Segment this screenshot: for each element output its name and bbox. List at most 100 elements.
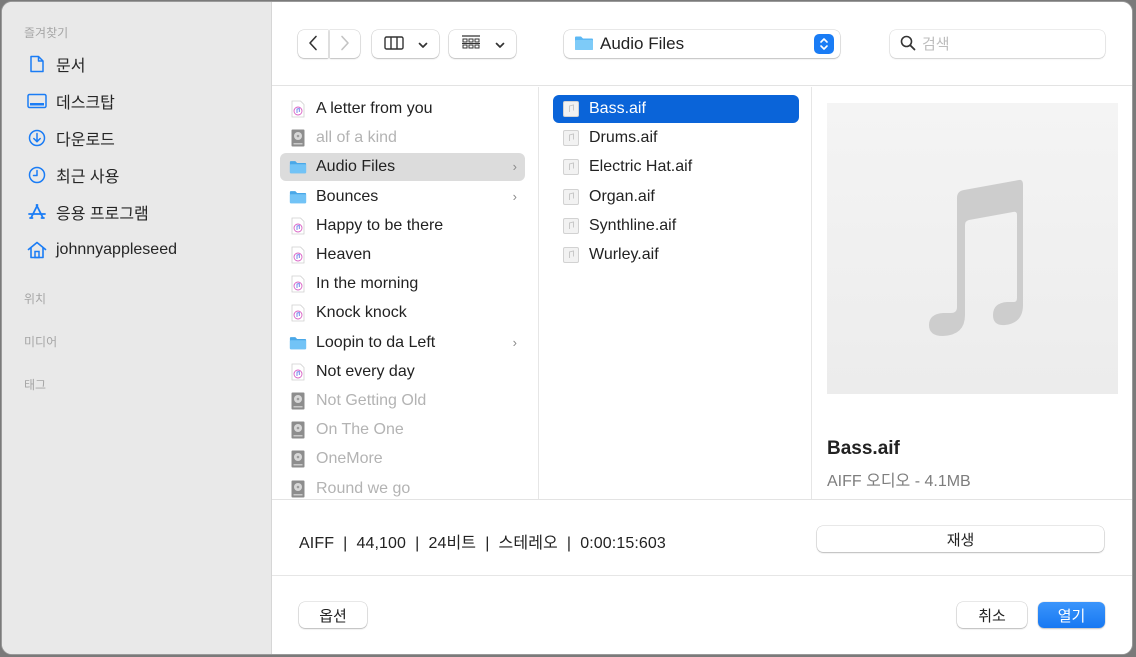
aiff-file-icon <box>562 128 580 148</box>
audio-file-icon <box>289 245 307 265</box>
toolbar: Audio Files <box>272 2 1132 86</box>
view-mode-button[interactable] <box>372 30 439 58</box>
document-icon <box>26 53 48 75</box>
file-list-item[interactable]: Organ.aif <box>553 183 799 211</box>
file-list-item[interactable]: Not Getting Old <box>280 387 525 415</box>
file-name: Knock knock <box>316 304 407 322</box>
search-icon <box>900 35 916 54</box>
file-name: Electric Hat.aif <box>589 158 693 176</box>
project-file-icon <box>289 449 307 469</box>
sidebar-item-label: johnnyappleseed <box>56 241 177 258</box>
sidebar-item-documents[interactable]: 문서 <box>26 52 85 76</box>
sidebar-section-media[interactable]: 미디어 <box>24 333 57 350</box>
file-name: Wurley.aif <box>589 246 659 263</box>
file-name: Bass.aif <box>589 100 646 117</box>
file-list-item[interactable]: A letter from you <box>280 95 525 123</box>
project-file-icon <box>289 479 307 499</box>
folder-icon <box>574 35 594 54</box>
file-name: Synthline.aif <box>589 216 677 234</box>
search-field[interactable] <box>890 30 1105 58</box>
sidebar-item-home[interactable]: johnnyappleseed <box>26 238 177 262</box>
search-input[interactable] <box>922 35 1092 53</box>
file-name: Happy to be there <box>316 216 444 234</box>
file-list-item[interactable]: Knock knock <box>280 299 525 327</box>
file-name: Drums.aif <box>589 129 658 147</box>
sidebar-item-recents[interactable]: 최근 사용 <box>26 163 119 187</box>
file-name: all of a kind <box>316 129 397 147</box>
group-button[interactable] <box>449 30 516 58</box>
audio-file-icon <box>289 216 307 236</box>
file-list-item[interactable]: Happy to be there <box>280 212 525 240</box>
sidebar-section-tags[interactable]: 태그 <box>24 376 46 393</box>
aiff-file-icon <box>562 187 580 207</box>
audio-info-bar: AIFF | 44,100 | 24비트 | 스테레오 | 0:00:15:60… <box>272 499 1132 576</box>
sidebar-item-downloads[interactable]: 다운로드 <box>26 126 115 150</box>
forward-button[interactable] <box>330 30 360 58</box>
dialog-footer: 옵션 취소 열기 <box>272 577 1132 654</box>
chevron-down-icon <box>418 37 428 52</box>
preview-file-name: Bass.aif <box>827 438 900 459</box>
location-popup[interactable]: Audio Files <box>564 30 840 58</box>
file-list-item[interactable]: Synthline.aif <box>553 212 799 240</box>
file-name: Bounces <box>316 187 379 205</box>
cancel-button[interactable]: 취소 <box>957 602 1027 628</box>
sidebar-item-desktop[interactable]: 데스크탑 <box>26 89 115 113</box>
chevron-right-icon <box>340 35 350 54</box>
back-button[interactable] <box>298 30 328 58</box>
file-list-item[interactable]: OneMore <box>280 445 525 473</box>
desktop-icon <box>26 90 48 112</box>
open-button[interactable]: 열기 <box>1038 602 1105 628</box>
preview-pane: Bass.aif AIFF 오디오 - 4.1MB <box>813 87 1132 499</box>
file-list-item[interactable]: Loopin to da Left › <box>280 329 525 357</box>
sidebar-item-label: 응용 프로그램 <box>56 206 149 223</box>
file-list-item[interactable]: Not every day <box>280 358 525 386</box>
file-list-item[interactable]: Wurley.aif <box>553 241 799 269</box>
file-list-item[interactable]: Electric Hat.aif <box>553 153 799 181</box>
file-list-item[interactable]: In the morning <box>280 270 525 298</box>
aiff-file-icon <box>562 245 580 265</box>
music-note-icon <box>929 179 1023 336</box>
file-name: Not Getting Old <box>316 392 427 409</box>
sidebar-item-applications[interactable]: 응용 프로그램 <box>26 200 149 224</box>
chevron-right-icon: › <box>512 159 517 175</box>
file-name: On The One <box>316 421 404 439</box>
file-list-item[interactable]: Bounces › <box>280 183 525 211</box>
audio-file-icon <box>289 303 307 323</box>
chevron-right-icon: › <box>512 188 517 204</box>
file-list-item[interactable]: all of a kind <box>280 124 525 152</box>
project-file-icon <box>289 391 307 411</box>
preview-file-meta: AIFF 오디오 - 4.1MB <box>827 473 971 490</box>
audio-file-icon <box>289 362 307 382</box>
sidebar-item-label: 데스크탑 <box>56 95 115 112</box>
file-list-item[interactable]: Drums.aif <box>553 124 799 152</box>
home-icon <box>26 239 48 261</box>
folder-icon <box>289 333 307 353</box>
file-list-item[interactable]: Round we go <box>280 475 525 499</box>
aiff-file-icon <box>562 216 580 236</box>
file-list-item[interactable]: Bass.aif <box>553 95 799 123</box>
audio-file-icon <box>289 274 307 294</box>
open-file-dialog: 즐겨찾기 문서 데스크탑 다운로드 최근 사용 응용 프로그램 johnnyap… <box>1 1 1133 655</box>
file-name: OneMore <box>316 450 383 468</box>
audio-format-info: AIFF | 44,100 | 24비트 | 스테레오 | 0:00:15:60… <box>299 535 666 552</box>
applications-icon <box>26 201 48 223</box>
sidebar-section-favorites: 즐겨찾기 <box>24 26 69 40</box>
column-view-icon <box>383 35 404 53</box>
file-name: In the morning <box>316 275 419 293</box>
browser-column-audio-files: Bass.aif Drums.aif Electric Hat.aif Organ.a… <box>540 87 812 499</box>
preview-artwork <box>827 103 1118 394</box>
chevron-down-icon <box>495 37 505 52</box>
browser-column-parent: A letter from you all of a kind Audio File… <box>272 87 539 499</box>
file-name: Organ.aif <box>589 187 655 205</box>
options-button[interactable]: 옵션 <box>299 602 367 628</box>
folder-icon <box>289 157 307 177</box>
file-list-item[interactable]: Heaven <box>280 241 525 269</box>
chevron-left-icon <box>308 35 318 54</box>
play-button[interactable]: 재생 <box>817 526 1104 552</box>
file-list-item[interactable]: On The One <box>280 416 525 444</box>
file-list-item[interactable]: Audio Files › <box>280 153 525 182</box>
sidebar-section-locations[interactable]: 위치 <box>24 290 46 307</box>
file-name: Not every day <box>316 362 415 380</box>
audio-file-icon <box>289 99 307 119</box>
file-name: Loopin to da Left <box>316 333 436 351</box>
